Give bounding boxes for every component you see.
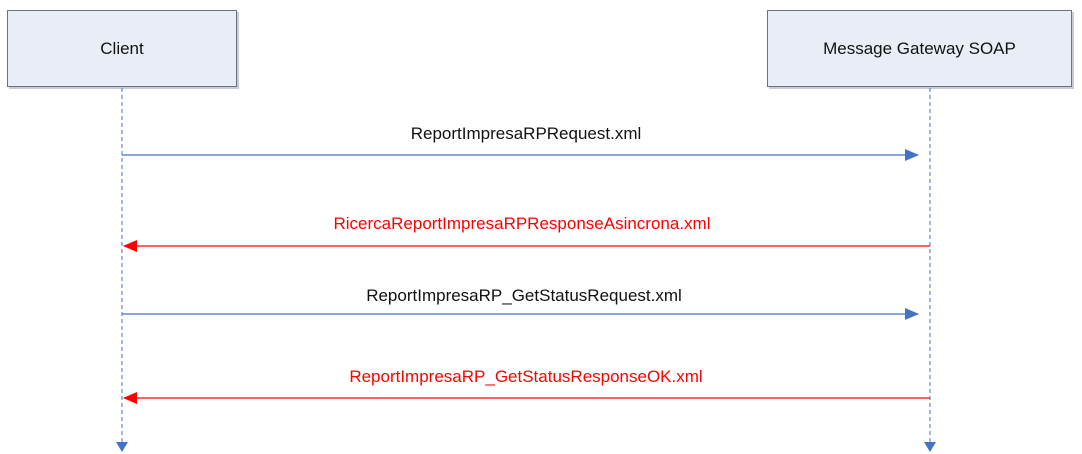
lifeline-gateway-end-arrow <box>924 442 936 452</box>
message-label-4: ReportImpresaRP_GetStatusResponseOK.xml <box>349 367 703 386</box>
message-label-1: ReportImpresaRPRequest.xml <box>410 124 642 143</box>
message-label-3: ReportImpresaRP_GetStatusRequest.xml <box>366 286 682 305</box>
lifeline-client-end-arrow <box>116 442 128 452</box>
message-label-2: RicercaReportImpresaRPResponseAsincrona.… <box>333 214 711 233</box>
